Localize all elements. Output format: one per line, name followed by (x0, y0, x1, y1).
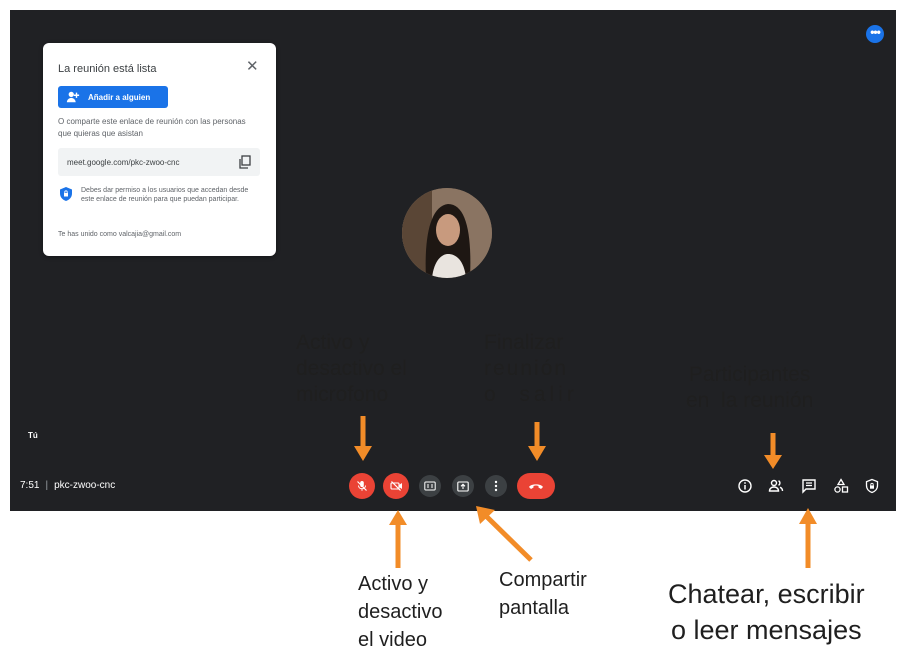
self-label: Tú (28, 431, 38, 440)
add-person-button[interactable]: Añadir a alguien (58, 86, 168, 108)
more-vert-icon (494, 480, 498, 492)
captions-icon (424, 481, 436, 491)
arrow-video (389, 510, 407, 568)
annotation-line: microfono (296, 383, 389, 406)
end-call-button[interactable] (517, 473, 555, 499)
info-icon[interactable] (737, 478, 753, 494)
annotation-line: Compartir (499, 569, 587, 591)
present-screen-icon (457, 480, 469, 492)
annotation-line: Activo y (296, 331, 370, 354)
annotation-line: Activo y (358, 573, 429, 595)
annotation-line: desactivo el (296, 357, 407, 380)
copy-icon[interactable] (238, 155, 252, 169)
captions-button[interactable] (419, 475, 441, 497)
shield-icon (60, 187, 72, 201)
annotation-line: pantalla (499, 597, 570, 619)
annotation-end-call: Finalizar reunión o salir (484, 330, 578, 408)
annotation-chat: Chatear, escribir o leer mensajes (668, 576, 865, 648)
activities-icon[interactable] (833, 478, 849, 494)
arrow-chat (799, 508, 817, 568)
meeting-link-box: meet.google.com/pkc-zwoo-cnc (58, 148, 260, 176)
meeting-link: meet.google.com/pkc-zwoo-cnc (67, 158, 180, 167)
annotation-line: o salir (484, 383, 578, 406)
present-screen-button[interactable] (452, 475, 474, 497)
annotation-line: desactivo (358, 601, 443, 623)
host-controls-icon[interactable] (864, 478, 880, 494)
permission-text: Debes dar permiso a los usuarios que acc… (81, 187, 249, 203)
share-text: O comparte este enlace de reunión con la… (58, 117, 246, 138)
annotation-line: Chatear, escribir (668, 579, 865, 609)
card-title: La reunión está lista (58, 63, 157, 75)
annotation-mic: Activo y desactivo el microfono (296, 330, 407, 408)
participant-avatar (402, 188, 492, 278)
annotation-line: Participantes (688, 363, 811, 386)
chat-icon[interactable] (801, 478, 817, 494)
end-call-icon (529, 484, 543, 489)
meeting-ready-card: La reunión está lista ✕ Añadir a alguien… (43, 43, 276, 256)
people-icon[interactable] (768, 478, 784, 494)
add-person-icon (66, 91, 80, 103)
mic-toggle-button[interactable] (349, 473, 375, 499)
camera-off-icon (389, 481, 402, 491)
annotation-line: el video (358, 629, 427, 651)
meeting-time: 7:51 (20, 480, 40, 491)
meeting-info: 7:51 | pkc-zwoo-cnc (20, 480, 115, 491)
camera-toggle-button[interactable] (383, 473, 409, 499)
annotation-share-screen: Compartir pantalla (499, 566, 587, 622)
joined-as-text: Te has unido como valcajia@gmail.com (58, 231, 182, 238)
annotation-video: Activo y desactivo el video (358, 570, 443, 654)
annotation-line: Finalizar (484, 331, 564, 354)
annotation-participants: Participantes en la reunión (686, 362, 813, 414)
annotation-line: en la reunión (686, 389, 814, 412)
annotation-line: reunión (484, 357, 569, 380)
more-options-button[interactable]: ••• (866, 25, 884, 43)
close-icon[interactable]: ✕ (246, 59, 259, 74)
meeting-code: pkc-zwoo-cnc (54, 480, 116, 491)
more-vert-button[interactable] (485, 475, 507, 497)
mic-off-icon (357, 481, 367, 491)
add-person-label: Añadir a alguien (88, 93, 151, 102)
annotation-line: o leer mensajes (670, 615, 862, 645)
separator: | (45, 480, 49, 491)
arrow-share-screen (476, 506, 533, 562)
